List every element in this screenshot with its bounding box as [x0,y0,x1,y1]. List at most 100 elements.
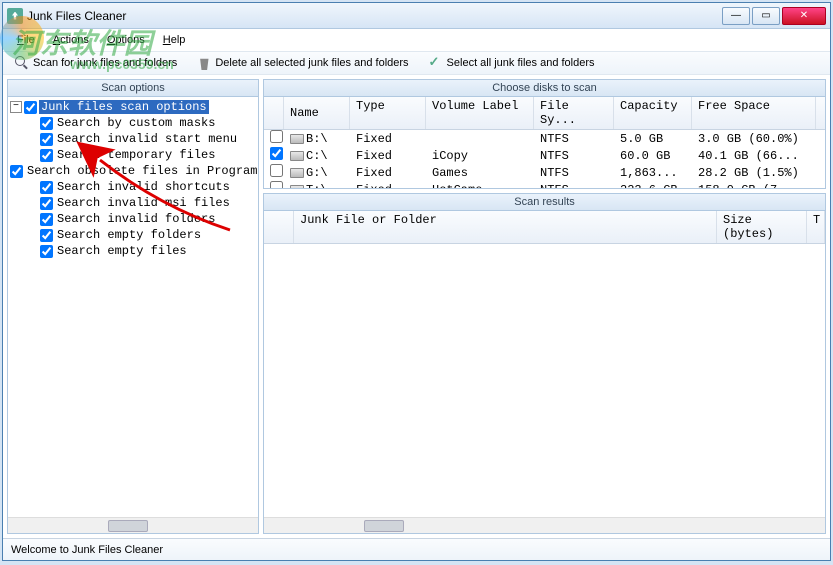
disk-name: G:\ [306,166,328,180]
maximize-button[interactable]: ▭ [752,7,780,25]
results-hscrollbar[interactable] [264,517,825,533]
tree-root[interactable]: − Junk files scan options [10,99,256,115]
tree-item[interactable]: Search empty files [10,243,256,259]
disk-volume: iCopy [426,149,534,163]
col-volume[interactable]: Volume Label [426,97,534,129]
col-filesystem[interactable]: File Sy... [534,97,614,129]
disk-capacity: 5.0 GB [614,132,692,146]
trash-icon [197,56,211,70]
disk-checkbox[interactable] [270,130,283,143]
tree-item-label: Search invalid shortcuts [55,180,232,194]
tree-item-checkbox[interactable] [40,197,53,210]
tree-collapse-icon[interactable]: − [10,101,22,113]
tree-item[interactable]: Search obsolete files in Program [10,163,256,179]
tree-item-label: Search invalid msi files [55,196,232,210]
tree-item[interactable]: Search invalid shortcuts [10,179,256,195]
col-results-size[interactable]: Size (bytes) [717,211,807,243]
tree-item-checkbox[interactable] [40,181,53,194]
status-text: Welcome to Junk Files Cleaner [11,544,163,556]
window-title: Junk Files Cleaner [27,9,722,23]
disk-row[interactable]: T:\FixedHotGameNTFS223.6 GB158.9 GB (7..… [264,181,825,188]
app-icon [7,8,23,24]
col-results-t[interactable]: T [807,211,825,243]
disk-type: Fixed [350,149,426,163]
tree-item[interactable]: Search invalid folders [10,211,256,227]
disk-volume: Games [426,166,534,180]
titlebar[interactable]: Junk Files Cleaner — ▭ ✕ [3,3,830,29]
tree-item-label: Search temporary files [55,148,217,162]
disk-checkbox[interactable] [270,181,283,188]
tree-item[interactable]: Search by custom masks [10,115,256,131]
disk-filesystem: NTFS [534,149,614,163]
delete-label: Delete all selected junk files and folde… [215,57,408,69]
menu-options-label: ptions [115,34,144,46]
disk-capacity: 60.0 GB [614,149,692,163]
statusbar: Welcome to Junk Files Cleaner [3,538,830,560]
tree-item-label: Search invalid start menu [55,132,239,146]
drive-icon [290,168,304,178]
scan-options-body: − Junk files scan options Search by cust… [8,97,258,517]
check-icon [429,56,443,70]
tree-item-checkbox[interactable] [40,117,53,130]
disk-name: C:\ [306,149,328,163]
disk-type: Fixed [350,132,426,146]
menu-file-label: ile [24,34,35,46]
disk-checkbox[interactable] [270,147,283,160]
disk-type: Fixed [350,166,426,180]
close-button[interactable]: ✕ [782,7,826,25]
tree-item-checkbox[interactable] [40,133,53,146]
results-header: Junk File or Folder Size (bytes) T [264,211,825,244]
menu-file[interactable]: File [9,32,43,48]
minimize-button[interactable]: — [722,7,750,25]
scan-button[interactable]: Scan for junk files and folders [11,54,181,72]
select-all-button[interactable]: Select all junk files and folders [425,54,599,72]
col-capacity[interactable]: Capacity [614,97,692,129]
tree-item-checkbox[interactable] [40,213,53,226]
menu-actions[interactable]: Actions [45,32,97,48]
tree-item-checkbox[interactable] [40,149,53,162]
col-freespace[interactable]: Free Space [692,97,816,129]
tree-item[interactable]: Search invalid msi files [10,195,256,211]
menu-help[interactable]: Help [155,32,194,48]
disk-capacity: 223.6 GB [614,183,692,189]
disks-panel: Choose disks to scan Name Type Volume La… [263,79,826,189]
menu-help-label: elp [171,34,186,46]
scan-options-title: Scan options [8,80,258,97]
tree-root-checkbox[interactable] [24,101,37,114]
options-hscrollbar[interactable] [8,517,258,533]
col-name[interactable]: Name [284,97,350,129]
drive-icon [290,134,304,144]
tree-item-label: Search obsolete files in Program [25,164,258,178]
search-icon [15,56,29,70]
disk-checkbox[interactable] [270,164,283,177]
options-tree: − Junk files scan options Search by cust… [8,97,258,261]
disks-header: Name Type Volume Label File Sy... Capaci… [264,97,825,130]
disk-freespace: 3.0 GB (60.0%) [692,132,816,146]
menu-options[interactable]: Options [99,32,153,48]
delete-button[interactable]: Delete all selected junk files and folde… [193,54,412,72]
disks-title: Choose disks to scan [264,80,825,97]
disk-capacity: 1,863... [614,166,692,180]
col-check[interactable] [264,97,284,129]
disk-freespace: 158.9 GB (7... [692,183,816,189]
tree-item-checkbox[interactable] [40,245,53,258]
disk-row[interactable]: B:\FixedNTFS5.0 GB3.0 GB (60.0%) [264,130,825,147]
tree-root-label[interactable]: Junk files scan options [39,100,209,114]
disk-row[interactable]: C:\FixediCopyNTFS60.0 GB40.1 GB (66... [264,147,825,164]
tree-item[interactable]: Search temporary files [10,147,256,163]
tree-item-checkbox[interactable] [40,229,53,242]
results-title: Scan results [264,194,825,211]
menu-actions-label: ctions [60,34,89,46]
disk-row[interactable]: G:\FixedGamesNTFS1,863...28.2 GB (1.5%) [264,164,825,181]
menubar: File Actions Options Help [3,29,830,51]
tree-item[interactable]: Search empty folders [10,227,256,243]
tree-item-label: Search empty files [55,244,189,258]
col-results-name[interactable]: Junk File or Folder [294,211,717,243]
col-results-check[interactable] [264,211,294,243]
col-type[interactable]: Type [350,97,426,129]
tree-item-checkbox[interactable] [10,165,23,178]
tree-item[interactable]: Search invalid start menu [10,131,256,147]
disk-name: B:\ [306,132,328,146]
disk-volume: HotGame [426,183,534,189]
drive-icon [290,185,304,189]
